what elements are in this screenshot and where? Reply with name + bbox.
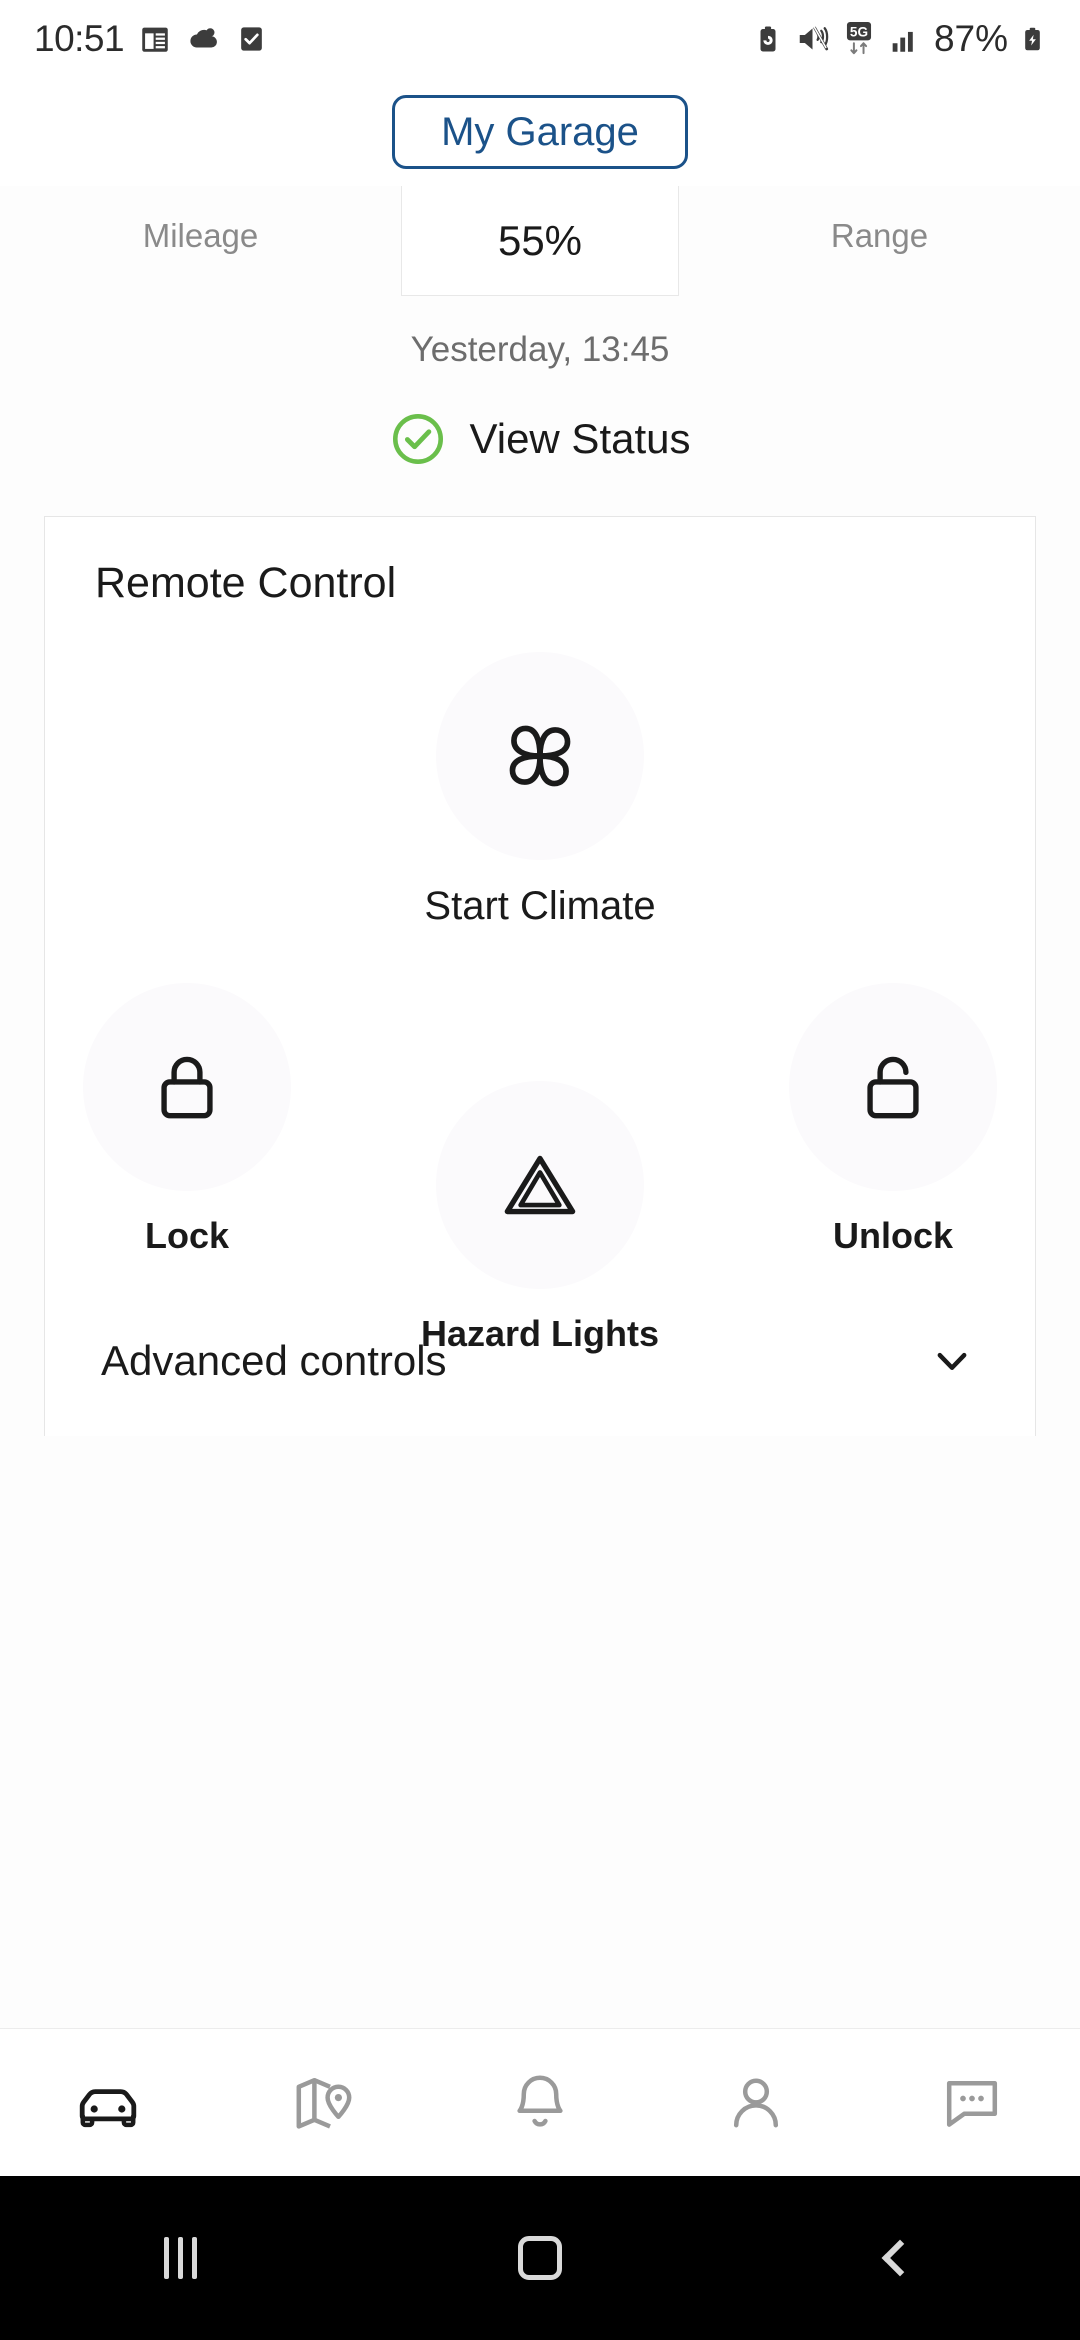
recents-icon — [163, 2237, 197, 2279]
home-icon — [518, 2236, 562, 2280]
unlock-label: Unlock — [832, 1215, 954, 1256]
advanced-controls-row[interactable]: Advanced controls — [45, 1286, 1035, 1436]
start-climate-button[interactable] — [436, 652, 644, 860]
lock-open-icon — [867, 1056, 919, 1119]
hazard-triangle-icon — [504, 1155, 576, 1215]
remote-control-card: Remote Control Start Climate Lock Hazard… — [44, 516, 1036, 1436]
android-navigation-bar — [0, 2176, 1080, 2340]
last-updated-timestamp: Yesterday, 13:45 — [410, 330, 670, 369]
chevron-down-icon[interactable] — [925, 1334, 979, 1388]
calendar-icon — [142, 27, 168, 52]
unlock-control[interactable]: Unlock — [789, 983, 997, 1257]
status-bar-right: 5G 87% — [753, 18, 1046, 60]
unlock-button[interactable] — [789, 983, 997, 1191]
remote-control-actions: Lock Hazard Lights Unlock — [45, 983, 1035, 1354]
check-circle-icon — [393, 413, 444, 465]
battery-charging-icon — [1025, 27, 1040, 51]
vehicle-stats-row: Mileage 55% Range — [0, 186, 1080, 296]
nav-item-messages[interactable] — [864, 2067, 1080, 2139]
lock-label: Lock — [144, 1215, 230, 1256]
nav-item-car[interactable] — [0, 2067, 216, 2139]
status-bar: 10:51 5G 87% — [0, 0, 1080, 78]
remote-control-title: Remote Control — [95, 559, 397, 607]
checkbox-icon — [241, 27, 262, 51]
start-climate-control[interactable]: Start Climate — [45, 652, 1035, 929]
nav-item-profile[interactable] — [648, 2067, 864, 2139]
map-pin-icon — [296, 2077, 352, 2129]
start-climate-label: Start Climate — [424, 884, 656, 928]
network-5g-icon: 5G — [846, 22, 871, 55]
android-home-button[interactable] — [360, 2236, 720, 2280]
stat-mileage[interactable]: Mileage — [0, 186, 401, 286]
android-recents-button[interactable] — [0, 2237, 360, 2279]
car-icon — [79, 2088, 137, 2127]
svg-text:5G: 5G — [850, 25, 868, 40]
battery-saver-icon — [760, 26, 776, 52]
signal-bars-icon — [892, 31, 913, 52]
status-bar-clock: 10:51 — [34, 18, 125, 59]
bottom-navigation — [0, 2028, 1080, 2176]
stat-battery-percent[interactable]: 55% — [401, 186, 679, 296]
chat-bubble-icon — [946, 2080, 998, 2127]
nav-item-notifications[interactable] — [432, 2067, 648, 2139]
app-header: My Garage — [0, 78, 1080, 186]
back-icon — [881, 2239, 919, 2277]
main-content: Mileage 55% Range Yesterday, 13:45 View … — [0, 186, 1080, 2028]
status-bar-left: 10:51 — [34, 18, 267, 60]
android-back-button[interactable] — [720, 2239, 1080, 2277]
weather-cloud-icon — [190, 28, 217, 48]
my-garage-button[interactable]: My Garage — [392, 95, 688, 169]
person-icon — [733, 2078, 779, 2127]
view-status-link[interactable]: View Status — [0, 410, 1080, 468]
lock-control[interactable]: Lock — [83, 983, 291, 1257]
advanced-controls-label: Advanced controls — [101, 1337, 447, 1384]
view-status-label: View Status — [469, 415, 691, 462]
lock-button[interactable] — [83, 983, 291, 1191]
battery-percent-label: 87% — [933, 18, 1008, 59]
bell-icon — [517, 2075, 563, 2127]
stat-range[interactable]: Range — [679, 186, 1080, 286]
lock-closed-icon — [161, 1056, 213, 1119]
nav-item-map[interactable] — [216, 2067, 432, 2139]
fan-icon — [509, 725, 571, 787]
mute-vibrate-icon — [799, 25, 829, 51]
hazard-lights-button[interactable] — [436, 1081, 644, 1289]
